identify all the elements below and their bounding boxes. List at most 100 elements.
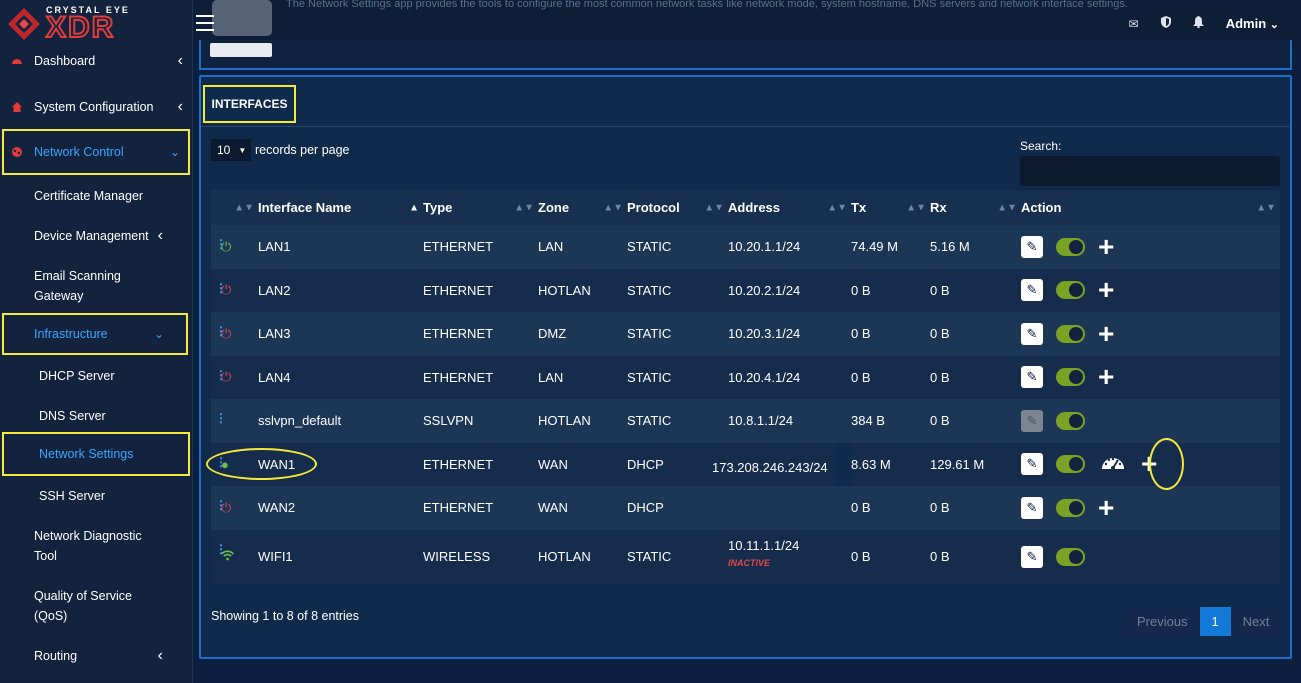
- user-menu[interactable]: Admin ⌄: [1226, 16, 1279, 31]
- sidebar-item-label: Network Settings: [39, 447, 134, 461]
- sort-icon: ▲▼: [234, 202, 254, 213]
- edit-icon[interactable]: ✎: [1021, 545, 1043, 568]
- row-status-cell: ⋮ ⏻: [211, 312, 258, 356]
- enable-toggle[interactable]: [1056, 368, 1085, 387]
- enable-toggle[interactable]: [1056, 281, 1085, 300]
- sidebar-item-certificate-manager[interactable]: Certificate Manager: [0, 185, 193, 207]
- interface-protocol: STATIC: [627, 326, 672, 342]
- search-label: Search:: [1020, 139, 1062, 153]
- interface-address: [728, 486, 851, 530]
- row-menu-icon[interactable]: ⋮: [215, 324, 227, 338]
- sidebar-item-label: SSH Server: [39, 489, 105, 503]
- sidebar-item-dns-server[interactable]: DNS Server: [0, 405, 193, 427]
- sidebar-item-network-control[interactable]: Network Control ⌄: [2, 129, 190, 175]
- records-per-page-select[interactable]: 10 ▼: [211, 139, 251, 161]
- column-header-address[interactable]: Address ▲▼: [728, 190, 851, 225]
- sidebar-item-system-configuration[interactable]: System Configuration ‹: [0, 96, 193, 118]
- brand-logo[interactable]: CRYSTAL EYE XDR: [0, 0, 193, 48]
- previous-button[interactable]: Previous: [1125, 607, 1200, 636]
- app-icon: [212, 0, 272, 36]
- row-menu-icon[interactable]: ⋮: [215, 498, 227, 512]
- sort-asc-icon: ▲: [409, 202, 419, 213]
- gauge-icon[interactable]: [1100, 451, 1126, 477]
- row-status-cell: ⋮ ⏻: [211, 225, 258, 269]
- column-header-status[interactable]: ▲▼: [211, 190, 258, 225]
- sidebar-item-routing[interactable]: Routing ‹: [0, 645, 193, 667]
- edit-icon[interactable]: ✎: [1021, 496, 1043, 519]
- column-label: Protocol: [627, 200, 680, 215]
- column-label: Interface Name: [258, 200, 352, 215]
- overview-button[interactable]: [210, 43, 272, 57]
- interface-name: sslvpn_default: [258, 413, 342, 429]
- column-header-type[interactable]: Type ▲▼: [423, 190, 538, 225]
- sidebar-item-network-diagnostic-tool[interactable]: Network Diagnostic Tool: [0, 526, 193, 566]
- interface-zone: LAN: [538, 369, 564, 385]
- row-menu-icon[interactable]: ⋮: [215, 281, 227, 295]
- add-icon[interactable]: +: [1098, 363, 1114, 391]
- edit-icon[interactable]: ✎: [1021, 235, 1043, 258]
- sidebar-item-infrastructure[interactable]: Infrastructure ⌄: [2, 313, 188, 355]
- row-actions: ✎ +: [1021, 225, 1280, 269]
- enable-toggle[interactable]: [1056, 547, 1085, 566]
- sidebar-item-dhcp-server[interactable]: DHCP Server: [0, 365, 193, 387]
- interface-name: LAN4: [258, 369, 291, 385]
- enable-toggle[interactable]: [1056, 498, 1085, 517]
- table-row: ⋮ ⏻ LAN4 ETHERNET LAN STATIC 10.20.4.1/24…: [211, 355, 1280, 400]
- brand-name: XDR: [45, 10, 116, 44]
- edit-icon[interactable]: ✎: [1021, 279, 1043, 302]
- search-input[interactable]: [1020, 156, 1280, 186]
- interface-protocol: STATIC: [627, 369, 672, 385]
- column-header-protocol[interactable]: Protocol ▲▼: [627, 190, 728, 225]
- row-status-cell: ⋮ ⏻: [211, 356, 258, 400]
- row-menu-icon[interactable]: ⋮: [215, 368, 227, 382]
- interface-address: 10.20.1.1/24: [728, 239, 801, 255]
- enable-toggle[interactable]: [1056, 411, 1085, 430]
- add-icon[interactable]: +: [1098, 276, 1114, 304]
- user-name: Admin: [1225, 16, 1267, 31]
- edit-icon[interactable]: ✎: [1021, 366, 1043, 389]
- enable-toggle[interactable]: [1056, 237, 1085, 256]
- add-icon[interactable]: +: [1098, 493, 1114, 521]
- add-icon[interactable]: +: [1098, 232, 1114, 260]
- interface-zone: HOTLAN: [538, 413, 591, 429]
- sidebar-item-email-scanning-gateway[interactable]: Email Scanning Gateway: [0, 266, 150, 306]
- enable-toggle[interactable]: [1056, 455, 1085, 474]
- row-menu-icon[interactable]: ⋮: [215, 237, 227, 251]
- sidebar-item-label: Network Diagnostic Tool: [34, 529, 142, 563]
- interface-tx: 74.49 M: [851, 239, 898, 255]
- interface-type: SSLVPN: [423, 413, 474, 429]
- row-menu-icon[interactable]: ⋮: [215, 411, 227, 425]
- sidebar-item-label: Certificate Manager: [34, 189, 144, 203]
- bell-icon[interactable]: [1192, 16, 1204, 31]
- add-icon[interactable]: +: [1098, 319, 1114, 347]
- chevron-down-icon: ⌄: [153, 327, 164, 341]
- records-per-page-value: 10: [217, 143, 231, 157]
- shield-icon[interactable]: [1160, 16, 1171, 31]
- sidebar-item-network-settings[interactable]: Network Settings: [2, 432, 190, 476]
- sort-icon: ▲▼: [997, 202, 1017, 213]
- column-header-zone[interactable]: Zone ▲▼: [538, 190, 627, 225]
- column-header-interface-name[interactable]: Interface Name ▲: [258, 190, 423, 225]
- edit-icon[interactable]: ✎: [1021, 453, 1043, 476]
- column-header-rx[interactable]: Rx ▲▼: [930, 190, 1021, 225]
- sidebar-item-label: Infrastructure: [34, 327, 108, 341]
- hamburger-menu-icon[interactable]: [196, 15, 214, 36]
- row-actions: ✎: [1021, 399, 1280, 443]
- column-header-action[interactable]: Action ▲▼: [1021, 190, 1280, 225]
- table-row: ⋮ ● WAN1 ETHERNET WAN DHCP 173.208.246.24…: [211, 442, 1280, 486]
- sidebar-item-quality-of-service[interactable]: Quality of Service (QoS): [0, 586, 193, 626]
- mail-icon[interactable]: ✉: [1129, 17, 1139, 31]
- column-label: Tx: [851, 200, 867, 215]
- page-1-button[interactable]: 1: [1199, 607, 1231, 636]
- edit-icon[interactable]: ✎: [1021, 322, 1043, 345]
- row-menu-icon[interactable]: ⋮: [215, 542, 227, 556]
- next-button[interactable]: Next: [1230, 607, 1282, 636]
- column-header-tx[interactable]: Tx ▲▼: [851, 190, 930, 225]
- sidebar-item-dashboard[interactable]: Dashboard ‹: [0, 50, 193, 72]
- enable-toggle[interactable]: [1056, 324, 1085, 343]
- sidebar-item-ssh-server[interactable]: SSH Server: [0, 485, 193, 507]
- column-label: Action: [1021, 200, 1062, 215]
- interface-address: 10.20.4.1/24: [728, 369, 801, 385]
- interface-address: 173.208.246.243/24: [712, 459, 828, 475]
- sidebar-item-device-management[interactable]: Device Management ‹: [0, 225, 193, 247]
